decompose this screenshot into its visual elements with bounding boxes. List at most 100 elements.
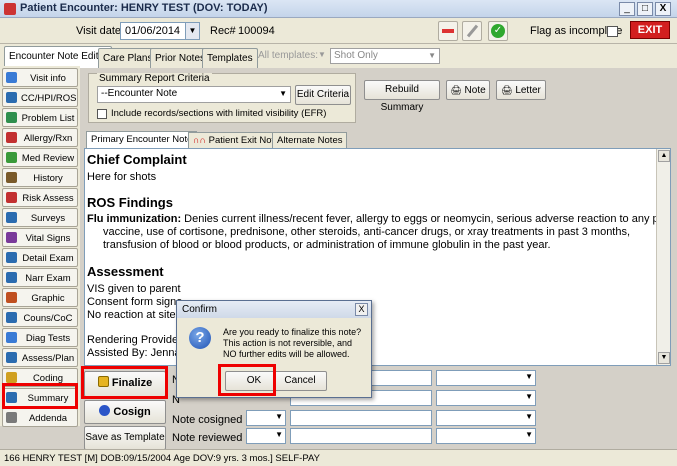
tab-prior-notes[interactable]: Prior Notes [150, 48, 211, 68]
include-limited-checkbox[interactable] [97, 109, 107, 119]
coding-icon [6, 372, 17, 383]
note-document[interactable]: Chief Complaint Here for shots ROS Findi… [84, 148, 671, 366]
risk-assess-icon [6, 192, 17, 203]
sidebar-item-detail-exam[interactable]: Detail Exam [2, 248, 78, 267]
reviewed-date-select[interactable]: ▼ [436, 428, 536, 444]
minimize-button[interactable]: _ [619, 2, 635, 16]
letter-print-button[interactable]: 🖨 Letter [496, 80, 546, 100]
include-limited-label: Include records/sections with limited vi… [111, 108, 327, 119]
chevron-down-icon[interactable]: ▼ [185, 23, 199, 39]
delete-button[interactable] [438, 21, 458, 41]
summary-criteria-group: Summary Report Criteria --Encounter Note… [88, 73, 356, 123]
note-field-d[interactable]: ▼ [436, 390, 536, 406]
tab-alternate-notes[interactable]: Alternate Notes [272, 132, 348, 148]
note-field-a[interactable] [370, 370, 432, 386]
cosigned-by-field[interactable] [290, 410, 432, 426]
sidebar-item-history[interactable]: History [2, 168, 78, 187]
letter-print-label: Letter [515, 85, 541, 96]
chevron-down-icon: ▼ [275, 430, 283, 439]
chevron-down-icon: ▼ [428, 51, 436, 60]
sidebar-item-narr-exam[interactable]: Narr Exam [2, 268, 78, 287]
sidebar-item-vital-signs[interactable]: Vital Signs [2, 228, 78, 247]
sidebar-item-label: Assess/Plan [21, 353, 75, 364]
criteria-select-value: --Encounter Note [101, 88, 178, 99]
sidebar-item-cc-hpi-ros[interactable]: CC/HPI/ROS [2, 88, 78, 107]
sidebar-item-graphic[interactable]: Graphic [2, 288, 78, 307]
allergy-icon [6, 132, 17, 143]
chevron-down-icon: ▼ [279, 89, 287, 98]
sidebar-item-label: CC/HPI/ROS [21, 93, 77, 104]
cosign-button[interactable]: Cosign [84, 400, 166, 424]
edit-button[interactable] [462, 21, 482, 41]
note-print-button[interactable]: 🖨 Note [446, 80, 490, 100]
save-as-template-button[interactable]: Save as Template [84, 426, 166, 450]
sidebar-item-label: Narr Exam [25, 273, 71, 284]
finalize-highlight [81, 366, 168, 399]
counseling-icon [6, 312, 17, 323]
flu-immunization-label: Flu immunization: [87, 213, 182, 225]
cancel-button[interactable]: Cancel [273, 371, 327, 391]
summary-highlight [2, 383, 78, 409]
note-field-b[interactable]: ▼ [436, 370, 536, 386]
maximize-button[interactable]: □ [637, 2, 653, 16]
chevron-down-icon[interactable]: ▼ [318, 50, 326, 59]
sidebar-item-risk-assess[interactable]: Risk Assess [2, 188, 78, 207]
sidebar-item-surveys[interactable]: Surveys [2, 208, 78, 227]
templates-filter-select[interactable]: Shot Only ▼ [330, 48, 440, 64]
document-scrollbar[interactable]: ▲ ▼ [656, 149, 670, 365]
sidebar-item-addenda[interactable]: Addenda [2, 408, 78, 427]
sidebar-item-allergy-rxn[interactable]: Allergy/Rxn [2, 128, 78, 147]
exit-button[interactable]: EXIT [630, 21, 670, 39]
sidebar-item-assess-plan[interactable]: Assess/Plan [2, 348, 78, 367]
pencil-icon [466, 24, 479, 38]
confirm-button[interactable]: ✓ [488, 21, 508, 41]
assessment-line2: Consent form signe [87, 296, 183, 308]
criteria-select[interactable]: --Encounter Note ▼ [97, 86, 291, 103]
sidebar-item-diag-tests[interactable]: Diag Tests [2, 328, 78, 347]
chevron-down-icon: ▼ [525, 430, 533, 439]
sidebar-item-couns-coc[interactable]: Couns/CoC [2, 308, 78, 327]
tab-templates[interactable]: Templates [202, 48, 258, 68]
scroll-down-icon[interactable]: ▼ [658, 352, 670, 364]
visit-date-field[interactable]: 01/06/2014 ▼ [120, 22, 200, 40]
reviewed-by-field[interactable] [290, 428, 432, 444]
tab-encounter-note-editor[interactable]: Encounter Note Editor [4, 46, 113, 68]
sidebar-item-label: History [33, 173, 63, 184]
sidebar-item-label: Problem List [21, 113, 75, 124]
sidebar-item-label: Diag Tests [25, 333, 71, 344]
window-titlebar: Patient Encounter: HENRY TEST (DOV: TODA… [0, 0, 677, 18]
tab-primary-encounter-note[interactable]: Primary Encounter Note [86, 131, 198, 149]
assess-plan-icon [6, 352, 17, 363]
sidebar-item-visit-info[interactable]: Visit info [2, 68, 78, 87]
dialog-close-button[interactable]: X [355, 303, 368, 316]
rebuild-summary-button[interactable]: Rebuild Summary [364, 80, 440, 113]
chief-complaint-text: Here for shots [87, 171, 157, 183]
checkmark-icon: ✓ [491, 24, 505, 38]
templates-filter-label: All templates: [258, 50, 319, 61]
tab-patient-exit-note[interactable]: ∩∩ Patient Exit Note [188, 132, 285, 148]
close-button[interactable]: X [655, 2, 671, 16]
cosign-label: Cosign [113, 406, 151, 418]
reviewed-by-select[interactable]: ▼ [246, 428, 286, 444]
sidebar-item-label: Surveys [30, 213, 66, 224]
cosigned-by-select[interactable]: ▼ [246, 410, 286, 426]
sidebar-item-label: Couns/CoC [23, 313, 73, 324]
sidebar-item-label: Addenda [28, 413, 68, 424]
tab-care-plans[interactable]: Care Plans [98, 48, 158, 68]
sidebar-item-label: Allergy/Rxn [23, 133, 73, 144]
chevron-down-icon: ▼ [525, 392, 533, 401]
vital-signs-icon [6, 232, 17, 243]
chief-complaint-heading: Chief Complaint [87, 152, 187, 167]
edit-criteria-button[interactable]: Edit Criteria [295, 85, 351, 105]
visit-date-value: 01/06/2014 [125, 25, 181, 37]
sidebar-item-problem-list[interactable]: Problem List [2, 108, 78, 127]
sidebar-item-med-review[interactable]: Med Review [2, 148, 78, 167]
surveys-icon [6, 212, 17, 223]
flag-incomplete-checkbox[interactable] [607, 26, 618, 37]
scroll-up-icon[interactable]: ▲ [658, 150, 670, 162]
cosigned-date-select[interactable]: ▼ [436, 410, 536, 426]
exit-note-icon: ∩∩ [193, 135, 206, 145]
problem-list-icon [6, 112, 17, 123]
rec-value: 100094 [238, 25, 275, 37]
flu-immunization-text1: Denies current illness/recent fever, all… [181, 213, 671, 225]
